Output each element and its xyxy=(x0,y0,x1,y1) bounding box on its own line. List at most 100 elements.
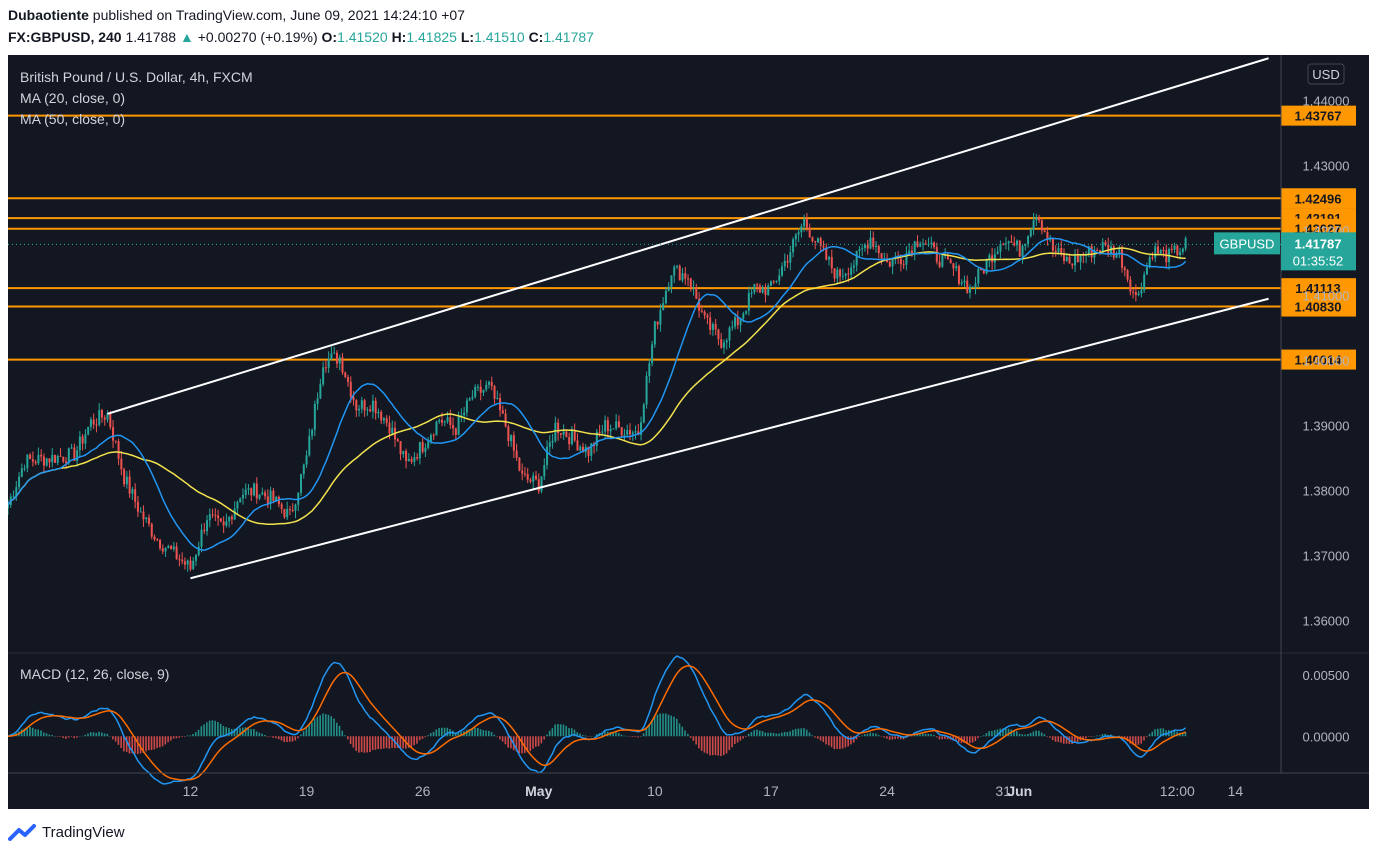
macd-tick-label: 0.00500 xyxy=(1303,668,1350,683)
macd-histogram-bar xyxy=(836,736,838,749)
candle-body xyxy=(645,376,648,405)
macd-histogram-bar xyxy=(53,736,56,737)
macd-histogram-bar xyxy=(974,736,977,742)
macd-histogram-bar xyxy=(1029,733,1032,737)
last-price: 1.41788 xyxy=(125,29,177,45)
macd-histogram-bar xyxy=(645,728,648,737)
candle-body xyxy=(761,287,764,293)
candle-body xyxy=(1126,270,1129,280)
macd-histogram-bar xyxy=(587,736,590,737)
macd-histogram-bar xyxy=(800,728,802,737)
candle-body xyxy=(725,340,728,343)
candle-body xyxy=(211,514,214,516)
macd-histogram-bar xyxy=(286,736,288,742)
ma50-legend[interactable]: MA (50, close, 0) xyxy=(20,111,125,127)
macd-histogram-bar xyxy=(120,736,122,749)
candle-body xyxy=(570,431,573,445)
symbol-label: FX:GBPUSD, 240 xyxy=(8,29,122,45)
candle-body xyxy=(170,546,173,550)
candle-body xyxy=(794,234,797,240)
macd-pane xyxy=(8,655,1187,785)
candle-body xyxy=(471,396,474,399)
macd-histogram-bar xyxy=(816,736,819,739)
candle-body xyxy=(747,293,750,311)
time-tick-label: 14 xyxy=(1228,783,1244,799)
macd-histogram-bar xyxy=(294,736,297,741)
macd-histogram-bar xyxy=(1018,733,1021,737)
candle-body xyxy=(8,504,9,509)
macd-histogram-bar xyxy=(875,733,877,737)
macd-histogram-bar xyxy=(355,736,357,751)
candle-body xyxy=(573,431,576,441)
time-tick-label: 17 xyxy=(763,783,779,799)
macd-histogram-bar xyxy=(269,736,272,737)
candle-body xyxy=(159,540,162,549)
candle-body xyxy=(319,384,322,399)
candle-body xyxy=(1154,246,1157,258)
macd-histogram-bar xyxy=(700,736,703,751)
macd-histogram-bar xyxy=(181,736,183,738)
chart-frame[interactable]: 1.43767 1.42496 1.42191 1.42027 1.41113 1.408… xyxy=(8,55,1369,809)
candle-body xyxy=(131,489,134,494)
candle-body xyxy=(374,400,377,414)
candle-body xyxy=(266,496,269,504)
macd-histogram-bar xyxy=(695,736,697,745)
macd-histogram-bar xyxy=(659,713,661,737)
candle-body xyxy=(341,357,344,373)
candle-body xyxy=(355,400,358,411)
macd-histogram-bar xyxy=(971,736,974,743)
candle-body xyxy=(153,536,156,540)
macd-histogram-bar xyxy=(1145,736,1148,738)
candle-body xyxy=(703,311,706,316)
author-name[interactable]: Dubaotiente xyxy=(8,7,89,23)
macd-histogram-bar xyxy=(37,729,40,737)
macd-histogram-bar xyxy=(828,736,830,746)
macd-histogram-bar xyxy=(640,736,642,737)
candle-body xyxy=(128,476,131,494)
macd-histogram-bar xyxy=(1148,733,1151,737)
candle-body xyxy=(518,457,521,471)
macd-histogram-bar xyxy=(175,736,178,739)
signal-line xyxy=(8,665,1186,781)
macd-histogram-bar xyxy=(429,733,432,737)
macd-histogram-bar xyxy=(756,729,758,737)
candle-body xyxy=(808,227,811,238)
candle-body xyxy=(996,251,999,255)
candle-body xyxy=(1060,247,1063,254)
macd-histogram-bar xyxy=(277,736,280,740)
macd-histogram-bar xyxy=(499,736,501,740)
tradingview-brand[interactable]: TradingView xyxy=(42,824,125,841)
price-tick-label: 1.43000 xyxy=(1303,159,1350,174)
candle-body xyxy=(623,434,626,436)
macd-histogram-bar xyxy=(51,734,53,737)
candle-body xyxy=(711,324,714,330)
candle-body xyxy=(781,266,784,276)
macd-histogram-bar xyxy=(969,736,971,744)
macd-histogram-bar xyxy=(667,714,670,737)
macd-histogram-bar xyxy=(543,736,545,740)
candle-body xyxy=(952,263,955,269)
time-tick-label: Jun xyxy=(1007,783,1032,799)
candle-body xyxy=(244,489,247,495)
macd-histogram-bar xyxy=(985,733,988,737)
price-chart[interactable]: 1.437671.424961.421911.420271.411131.408… xyxy=(8,55,1369,809)
macd-histogram-bar xyxy=(103,733,106,737)
candle-body xyxy=(888,261,891,267)
candle-body xyxy=(468,398,471,401)
candle-body xyxy=(457,416,460,435)
macd-histogram-bar xyxy=(327,714,330,737)
macd-legend[interactable]: MACD (12, 26, close, 9) xyxy=(20,666,169,682)
tradingview-logo-icon[interactable] xyxy=(8,823,38,843)
ma20-legend[interactable]: MA (20, close, 0) xyxy=(20,90,125,106)
candle-body xyxy=(1140,290,1143,294)
currency-label[interactable]: USD xyxy=(1307,63,1345,85)
candle-body xyxy=(1038,217,1041,221)
ohlc-line: FX:GBPUSD, 240 1.41788 ▲ +0.00270 (+0.19… xyxy=(8,29,594,45)
macd-histogram-bar xyxy=(186,735,189,737)
candle-body xyxy=(172,546,175,550)
macd-histogram-bar xyxy=(792,729,794,737)
candle-body xyxy=(125,476,128,485)
macd-histogram-bar xyxy=(1016,731,1018,737)
macd-histogram-bar xyxy=(266,736,269,737)
macd-histogram-bar xyxy=(938,736,941,740)
